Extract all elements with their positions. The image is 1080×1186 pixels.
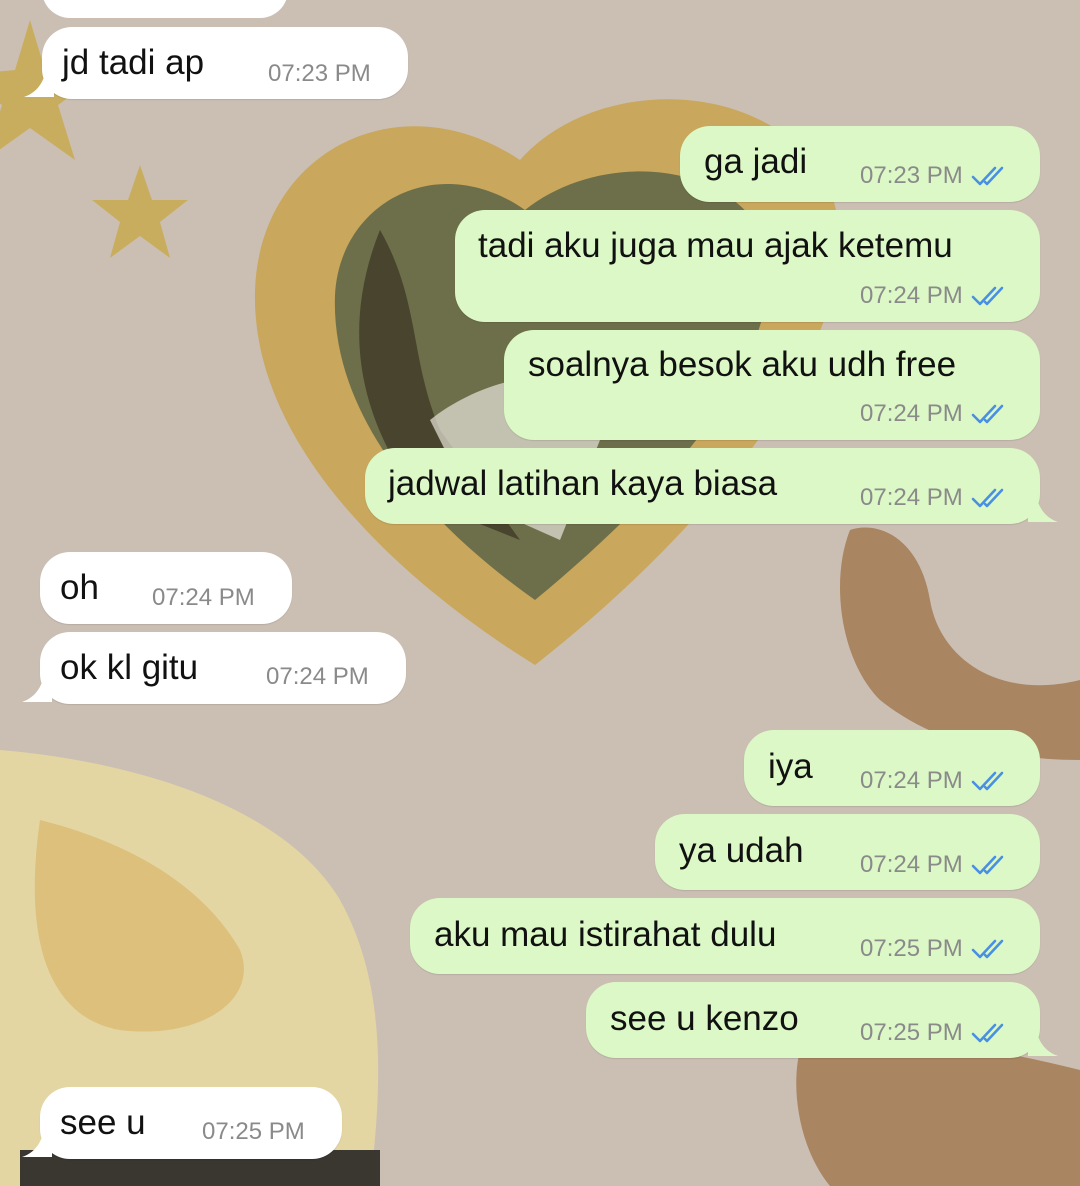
message-text: oh <box>60 568 99 607</box>
bubble-tail <box>22 1129 52 1157</box>
message-meta: 07:25 PM <box>860 1021 1009 1045</box>
message-meta: 07:24 PM <box>860 769 1009 793</box>
message-text: iya <box>768 747 813 786</box>
double-check-icon <box>971 939 1004 959</box>
partial-bubble-top <box>43 0 287 18</box>
message-timestamp: 07:25 PM <box>202 1118 305 1145</box>
message-timestamp: 07:25 PM <box>860 1019 963 1046</box>
message-text: ok kl gitu <box>60 648 199 687</box>
deer-decoration <box>796 1039 1080 1186</box>
message-timestamp: 07:24 PM <box>860 282 963 309</box>
message-meta: 07:24 PM <box>860 853 1009 877</box>
message-text: jd tadi ap <box>62 43 205 82</box>
message-timestamp: 07:23 PM <box>268 60 371 87</box>
message-meta: 07:23 PM <box>268 62 371 86</box>
message-meta: 07:24 PM <box>860 402 1009 426</box>
double-check-icon <box>971 855 1004 875</box>
message-timestamp: 07:24 PM <box>860 400 963 427</box>
message-meta: 07:24 PM <box>152 586 255 610</box>
message-meta: 07:25 PM <box>202 1120 305 1144</box>
message-text: aku mau istirahat dulu <box>434 915 777 954</box>
bubble-tail <box>1028 494 1058 522</box>
bubble-tail <box>1028 1028 1058 1056</box>
message-meta: 07:23 PM <box>860 164 1009 188</box>
message-text: ga jadi <box>704 142 808 181</box>
message-text: ya udah <box>679 831 804 870</box>
message-timestamp: 07:24 PM <box>152 584 255 611</box>
message-timestamp: 07:23 PM <box>860 162 963 189</box>
double-check-icon <box>971 404 1004 424</box>
message-text: see u kenzo <box>610 999 799 1038</box>
message-text: soalnya besok aku udh free <box>528 345 957 384</box>
message-timestamp: 07:25 PM <box>860 935 963 962</box>
message-timestamp: 07:24 PM <box>860 851 963 878</box>
message-meta: 07:24 PM <box>860 486 1009 510</box>
message-timestamp: 07:24 PM <box>860 484 963 511</box>
double-check-icon <box>971 771 1004 791</box>
double-check-icon <box>971 166 1004 186</box>
double-check-icon <box>971 488 1004 508</box>
message-meta: 07:24 PM <box>266 665 369 689</box>
message-timestamp: 07:24 PM <box>266 663 369 690</box>
double-check-icon <box>971 1023 1004 1043</box>
message-text: jadwal latihan kaya biasa <box>388 464 778 503</box>
message-text: see u <box>60 1103 146 1142</box>
bubble-tail <box>22 674 52 702</box>
bubble-tail <box>24 69 54 97</box>
message-timestamp: 07:24 PM <box>860 767 963 794</box>
message-meta: 07:25 PM <box>860 937 1009 961</box>
message-meta: 07:24 PM <box>860 284 1009 308</box>
double-check-icon <box>971 286 1004 306</box>
message-text: tadi aku juga mau ajak ketemu <box>478 226 953 265</box>
